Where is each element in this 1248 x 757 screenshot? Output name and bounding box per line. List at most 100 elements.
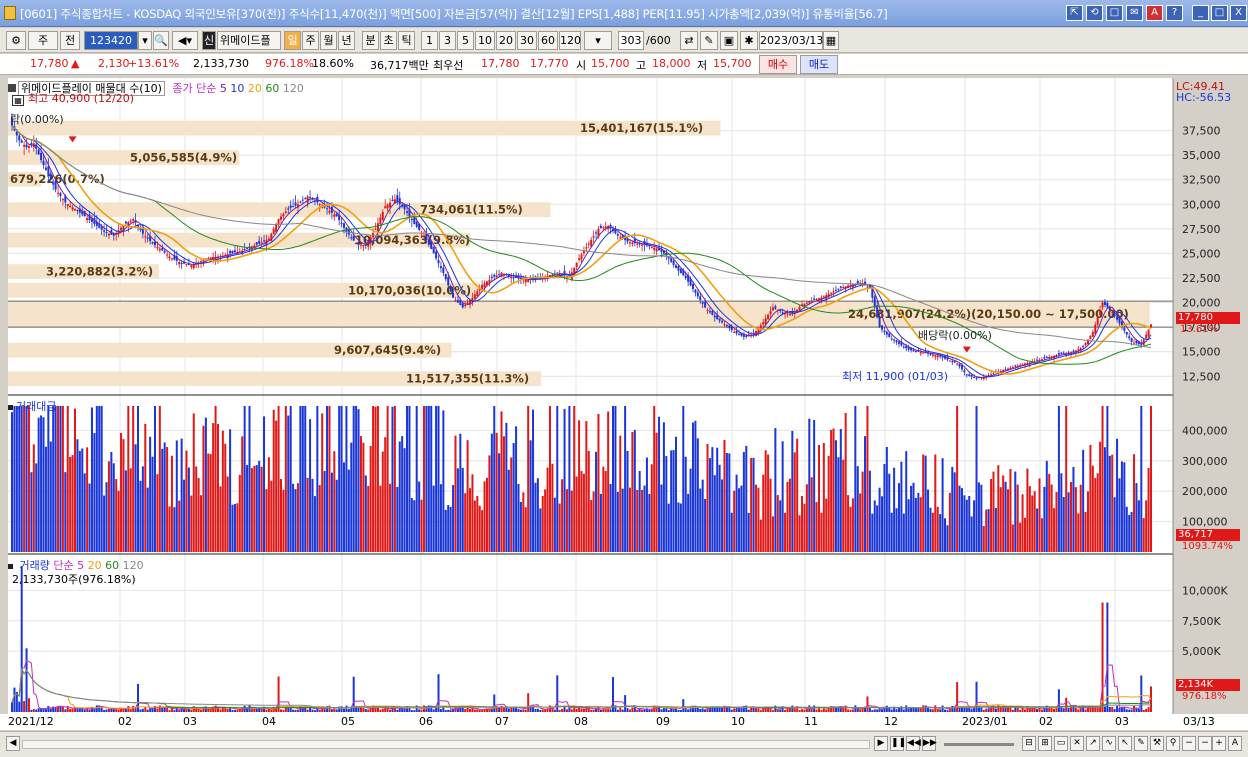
tab-year[interactable]: 년: [338, 31, 355, 50]
interval-20[interactable]: 20: [496, 31, 516, 50]
volume-bar: [861, 708, 864, 712]
x-axis-label: 02: [118, 715, 132, 728]
count-input[interactable]: 303: [618, 31, 644, 50]
tab-minute[interactable]: 분: [362, 31, 379, 50]
plus-icon[interactable]: +: [1212, 736, 1226, 751]
amount-bar: [379, 485, 382, 552]
help-icon[interactable]: ?: [1166, 5, 1183, 21]
save-icon[interactable]: ▣: [720, 31, 738, 50]
trend-icon[interactable]: ↗: [1086, 736, 1100, 751]
close-button[interactable]: X: [1230, 5, 1247, 21]
zoom-slider[interactable]: [944, 743, 1014, 746]
amount-bar: [425, 406, 428, 552]
pen-icon[interactable]: ✎: [1134, 736, 1148, 751]
scroll-left-icon[interactable]: ◀: [6, 736, 20, 751]
code-type-select[interactable]: 주: [28, 31, 58, 50]
tab-second[interactable]: 초: [380, 31, 397, 50]
speaker-icon[interactable]: ◀▾: [172, 31, 198, 50]
volume-bar: [32, 709, 35, 712]
gear-icon[interactable]: ✱: [740, 31, 758, 50]
interval-30[interactable]: 30: [517, 31, 537, 50]
interval-60[interactable]: 60: [538, 31, 558, 50]
cursor-icon[interactable]: ↖: [1118, 736, 1132, 751]
interval-120[interactable]: 120: [559, 31, 581, 50]
stock-chart[interactable]: 15,401,167(15.1%)5,056,585(4.9%)679,226(…: [0, 76, 1248, 716]
candle-body: [723, 324, 726, 326]
settings-icon[interactable]: ⚙: [6, 31, 26, 50]
volume-bar: [982, 709, 985, 712]
date-input[interactable]: 2023/03/13: [759, 31, 823, 50]
wave-icon[interactable]: ∿: [1102, 736, 1116, 751]
volume-bar: [1125, 709, 1128, 712]
restore-icon[interactable]: □: [1106, 5, 1123, 21]
link-icon[interactable]: ⇱: [1066, 5, 1083, 21]
interval-1[interactable]: 1: [421, 31, 438, 50]
zoom-in-icon[interactable]: ⚲: [1166, 736, 1180, 751]
candle-body: [834, 289, 837, 291]
draw-icon[interactable]: ✎: [700, 31, 718, 50]
fast-forward-icon[interactable]: ▶▶: [922, 736, 937, 751]
tool-icon[interactable]: ⇄: [680, 31, 698, 50]
amount-bar: [568, 406, 571, 552]
tab-month[interactable]: 월: [320, 31, 337, 50]
font-size-icon[interactable]: A: [1228, 736, 1242, 751]
amount-bar: [107, 461, 110, 552]
cross-icon[interactable]: ✕: [1070, 736, 1084, 751]
stock-code-input[interactable]: 123420: [84, 31, 138, 50]
volume-bar: [309, 707, 312, 712]
volume-bar: [628, 709, 631, 712]
zoom-out-icon[interactable]: −: [1182, 736, 1196, 751]
volume-bar: [813, 705, 816, 712]
chevron-down-icon[interactable]: ▾: [138, 31, 152, 50]
amount-bar: [112, 463, 115, 552]
buy-button[interactable]: 매수: [759, 55, 797, 74]
amount-bar: [74, 408, 77, 552]
candle-body: [231, 250, 234, 253]
amount-bar: [483, 481, 486, 552]
calendar-icon[interactable]: ▦: [823, 31, 839, 50]
amount-bar: [1101, 406, 1104, 552]
interval-5[interactable]: 5: [457, 31, 474, 50]
calendar-icon[interactable]: ▦: [12, 95, 24, 106]
amount-bar: [1089, 444, 1092, 552]
scrollbar-track[interactable]: [22, 740, 870, 749]
amount-bar: [730, 512, 733, 552]
candle-body: [277, 219, 280, 224]
sell-button[interactable]: 매도: [800, 55, 838, 74]
fast-back-icon[interactable]: ◀◀: [906, 736, 921, 751]
amount-bar: [1016, 484, 1019, 552]
quote-low: 15,700: [713, 57, 752, 70]
layout-icon[interactable]: ⊞: [1038, 736, 1052, 751]
interval-3[interactable]: 3: [439, 31, 456, 50]
mail-icon[interactable]: ✉: [1126, 5, 1143, 21]
minimize-button[interactable]: _: [1192, 5, 1209, 21]
window-icon[interactable]: ▭: [1054, 736, 1068, 751]
maximize-button[interactable]: □: [1211, 5, 1228, 21]
refresh-icon[interactable]: ⟲: [1086, 5, 1103, 21]
volume-bar: [931, 709, 934, 712]
amount-bar: [207, 453, 210, 552]
play-icon[interactable]: ▶: [874, 736, 888, 751]
volume-bar: [733, 708, 736, 712]
tab-week[interactable]: 주: [302, 31, 319, 50]
pause-icon[interactable]: ❚❚: [890, 736, 906, 751]
amount-bar: [267, 457, 270, 552]
prev-button[interactable]: 전: [60, 31, 80, 50]
tab-tick[interactable]: 틱: [398, 31, 415, 50]
font-icon[interactable]: A: [1146, 5, 1163, 21]
tab-day[interactable]: 일: [284, 31, 301, 50]
tool-icon[interactable]: ⚒: [1150, 736, 1164, 751]
interval-10[interactable]: 10: [475, 31, 495, 50]
volume-bar: [699, 708, 702, 712]
view-icon[interactable]: ⊟: [1022, 736, 1036, 751]
candle-body: [151, 242, 154, 244]
candle-body: [1057, 353, 1060, 355]
amount-bar: [456, 468, 459, 552]
minus-icon[interactable]: −: [1198, 736, 1212, 751]
search-icon[interactable]: 🔍: [153, 31, 169, 50]
amount-bar: [127, 406, 130, 552]
interval-select[interactable]: ▾: [584, 31, 612, 50]
candle-body: [1111, 312, 1114, 314]
amount-bar: [345, 406, 348, 552]
amount-bar: [575, 476, 578, 552]
